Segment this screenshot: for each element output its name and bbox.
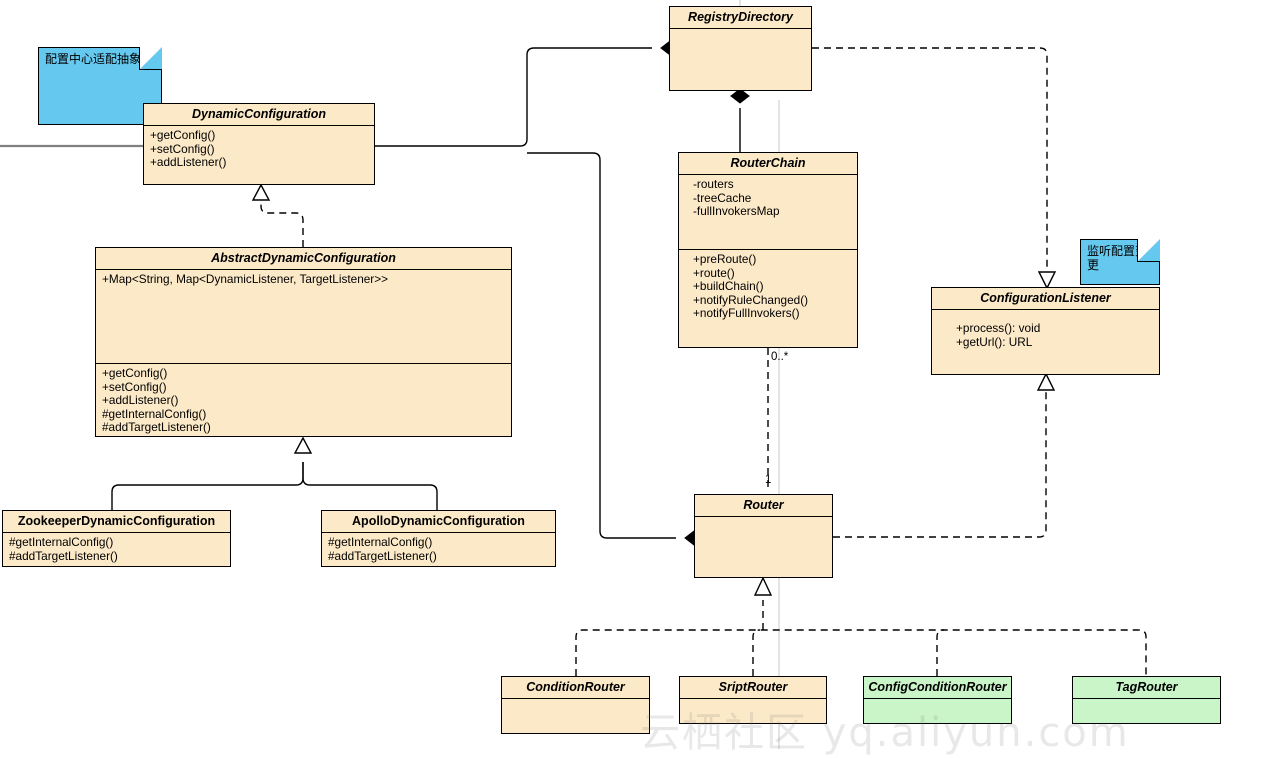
class-title-registry-directory: RegistryDirectory (670, 7, 811, 29)
class-apollo-dynamic-configuration[interactable]: ApolloDynamicConfiguration #getInternalC… (321, 510, 556, 567)
class-abstract-dynamic-configuration[interactable]: AbstractDynamicConfiguration +Map<String… (95, 247, 512, 437)
class-operations-configuration-listener: +process(): void +getUrl(): URL (956, 321, 1041, 349)
class-operations-zookeeper-dynamic-configuration: #getInternalConfig() #addTargetListener(… (9, 535, 118, 563)
generalization-arrow-router (753, 576, 773, 596)
class-title-dynamic-configuration: DynamicConfiguration (144, 104, 374, 126)
class-operations-abstract-dynamic-configuration: +getConfig() +setConfig() +addListener()… (96, 363, 511, 439)
class-attributes-router-chain: -routers -treeCache -fullInvokersMap (693, 177, 780, 219)
class-operations-dynamic-configuration: +getConfig() +setConfig() +addListener() (150, 128, 227, 170)
class-router[interactable]: Router (694, 494, 833, 578)
class-title-router-chain: RouterChain (679, 153, 857, 175)
class-title-configuration-listener: ConfigurationListener (932, 288, 1159, 310)
class-router-chain[interactable]: RouterChain -routers -treeCache -fullInv… (678, 152, 858, 348)
multiplicity-router-one: 1 (765, 474, 772, 486)
multiplicity-routerchain-router-many: 0..* (771, 351, 789, 363)
generalization-arrow (293, 436, 313, 454)
note-fold-triangle-2 (1138, 239, 1160, 261)
class-operations-router-chain: +preRoute() +route() +buildChain() +noti… (679, 249, 857, 325)
class-condition-router[interactable]: ConditionRouter (501, 676, 650, 734)
class-configuration-listener[interactable]: ConfigurationListener +process(): void +… (931, 287, 1160, 375)
note-listen-change: 监听配置变更 (1080, 239, 1160, 285)
note-fold-triangle (140, 47, 162, 69)
watermark: 云栖社区 yq.aliyun.com (640, 710, 1130, 756)
class-operations-apollo-dynamic-configuration: #getInternalConfig() #addTargetListener(… (328, 535, 437, 563)
class-title-tag-router: TagRouter (1073, 677, 1220, 699)
realization-arrow-router-to-listener (1036, 372, 1056, 391)
class-dynamic-configuration[interactable]: DynamicConfiguration +getConfig() +setCo… (143, 103, 375, 185)
class-title-router: Router (695, 495, 832, 517)
class-title-condition-router: ConditionRouter (502, 677, 649, 699)
note-config-center-text: 配置中心适配抽象 (45, 52, 142, 66)
diagram-canvas: 配置中心适配抽象 DynamicConfiguration +getConfig… (0, 0, 1281, 756)
class-zookeeper-dynamic-configuration[interactable]: ZookeeperDynamicConfiguration #getIntern… (2, 510, 231, 567)
class-title-abstract-dynamic-configuration: AbstractDynamicConfiguration (96, 248, 511, 270)
realization-arrow-registry-to-listener (1037, 271, 1057, 290)
class-title-sript-router: SriptRouter (680, 677, 826, 699)
class-title-zookeeper-dynamic-configuration: ZookeeperDynamicConfiguration (3, 511, 230, 533)
class-attributes-abstract-dynamic-configuration: +Map<String, Map<DynamicListener, Target… (102, 272, 389, 286)
class-title-config-condition-router: ConfigConditionRouter (864, 677, 1011, 699)
realization-arrow-dynamicconfiguration (251, 183, 271, 201)
class-registry-directory[interactable]: RegistryDirectory (669, 6, 812, 91)
class-title-apollo-dynamic-configuration: ApolloDynamicConfiguration (322, 511, 555, 533)
